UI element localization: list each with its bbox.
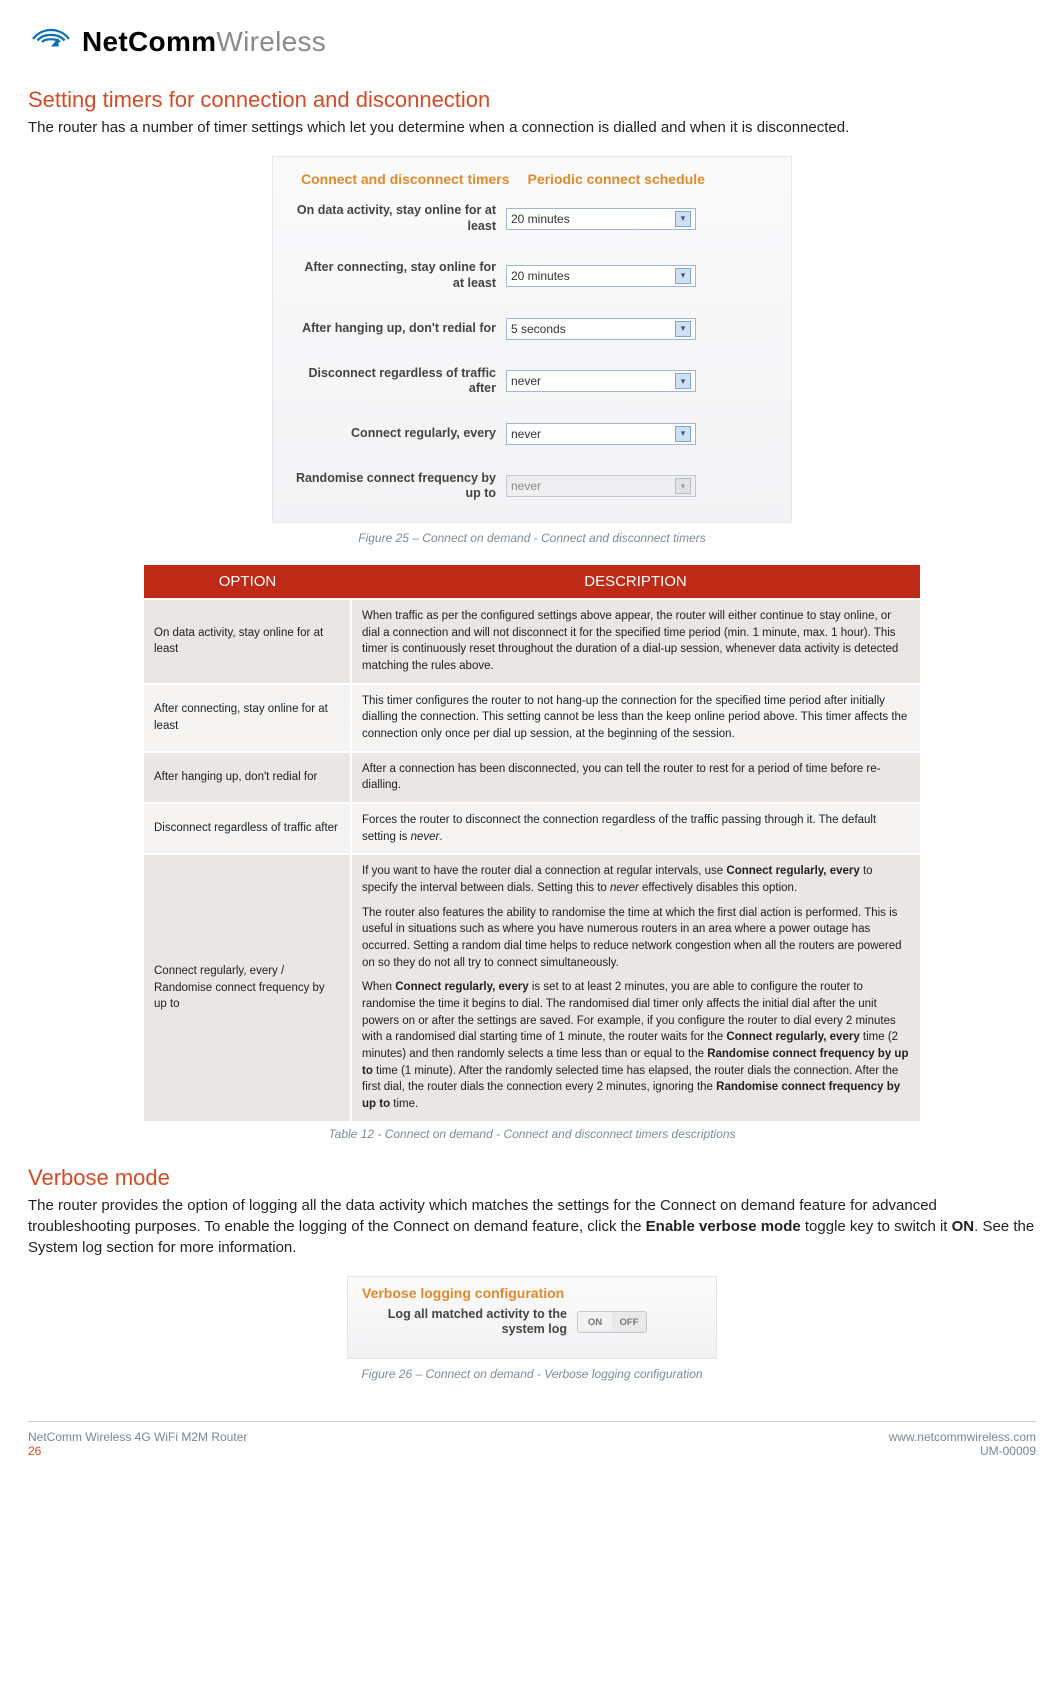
chevron-down-icon: ▾	[675, 321, 691, 337]
table-row: On data activity, stay online for at lea…	[143, 599, 921, 684]
table-12-caption: Table 12 - Connect on demand - Connect a…	[28, 1127, 1036, 1141]
timer-select-value: never	[511, 427, 541, 441]
option-cell: After connecting, stay online for at lea…	[143, 684, 351, 752]
section-title-timers: Setting timers for connection and discon…	[28, 87, 1036, 113]
timer-select[interactable]: never ▾	[506, 370, 696, 392]
option-cell: On data activity, stay online for at lea…	[143, 599, 351, 684]
brand-logo-icon	[28, 24, 82, 59]
option-cell: Connect regularly, every / Randomise con…	[143, 854, 351, 1121]
footer-url: www.netcommwireless.com	[889, 1430, 1036, 1444]
timer-select-value: 20 minutes	[511, 269, 570, 283]
table-header-description: DESCRIPTION	[351, 564, 921, 599]
figure-25-caption: Figure 25 – Connect on demand - Connect …	[28, 531, 1036, 545]
verbose-bold-2: ON	[952, 1218, 975, 1235]
section-title-verbose: Verbose mode	[28, 1165, 1036, 1191]
timer-select[interactable]: never ▾	[506, 423, 696, 445]
timer-form-row: After hanging up, don't redial for5 seco…	[291, 318, 773, 340]
timer-form-row: On data activity, stay online for at lea…	[291, 203, 773, 234]
footer-page-number: 26	[28, 1444, 247, 1458]
verbose-text-mid: toggle key to switch it	[801, 1218, 952, 1235]
verbose-toggle[interactable]: ON OFF	[577, 1311, 647, 1333]
timer-select-value: never	[511, 374, 541, 388]
timer-select[interactable]: 20 minutes ▾	[506, 265, 696, 287]
chevron-down-icon: ▾	[675, 373, 691, 389]
brand-name-light: Wireless	[216, 26, 326, 58]
description-cell: When traffic as per the configured setti…	[351, 599, 921, 684]
timer-row-label: Randomise connect frequency by up to	[291, 471, 506, 502]
option-cell: Disconnect regardless of traffic after	[143, 803, 351, 854]
page-footer: NetComm Wireless 4G WiFi M2M Router 26 w…	[28, 1421, 1036, 1458]
chevron-down-icon: ▾	[675, 211, 691, 227]
timers-panel: Connect and disconnect timers Periodic c…	[272, 156, 792, 523]
footer-product: NetComm Wireless 4G WiFi M2M Router	[28, 1430, 247, 1444]
timer-select-value: 5 seconds	[511, 322, 566, 336]
table-row: Connect regularly, every / Randomise con…	[143, 854, 921, 1121]
timer-row-label: After hanging up, don't redial for	[291, 321, 506, 337]
section-lead-verbose: The router provides the option of loggin…	[28, 1195, 1036, 1258]
tab-periodic-schedule[interactable]: Periodic connect schedule	[527, 171, 704, 187]
timer-select: never ▾	[506, 475, 696, 497]
brand-header: NetCommWireless	[28, 24, 1036, 59]
footer-doc-id: UM-00009	[889, 1444, 1036, 1458]
timer-form-row: Connect regularly, every never ▾	[291, 423, 773, 445]
table-row: Disconnect regardless of traffic afterFo…	[143, 803, 921, 854]
timer-select[interactable]: 20 minutes ▾	[506, 208, 696, 230]
timer-form-row: After connecting, stay online for at lea…	[291, 260, 773, 291]
toggle-on[interactable]: ON	[578, 1312, 612, 1332]
verbose-bold-1: Enable verbose mode	[646, 1218, 801, 1235]
chevron-down-icon: ▾	[675, 478, 691, 494]
verbose-panel: Verbose logging configuration Log all ma…	[347, 1276, 717, 1359]
description-cell: After a connection has been disconnected…	[351, 752, 921, 803]
timer-select-value: 20 minutes	[511, 212, 570, 226]
table-header-option: OPTION	[143, 564, 351, 599]
timer-form-row: Disconnect regardless of traffic afterne…	[291, 366, 773, 397]
timer-select[interactable]: 5 seconds ▾	[506, 318, 696, 340]
chevron-down-icon: ▾	[675, 268, 691, 284]
chevron-down-icon: ▾	[675, 426, 691, 442]
description-cell: If you want to have the router dial a co…	[351, 854, 921, 1121]
timers-description-table: OPTION DESCRIPTION On data activity, sta…	[142, 563, 922, 1123]
timer-row-label: Disconnect regardless of traffic after	[291, 366, 506, 397]
section-lead-timers: The router has a number of timer setting…	[28, 117, 1036, 138]
timer-select-value: never	[511, 479, 541, 493]
verbose-panel-title: Verbose logging configuration	[362, 1285, 702, 1301]
brand-name-strong: NetComm	[82, 26, 216, 58]
description-cell: This timer configures the router to not …	[351, 684, 921, 752]
table-row: After connecting, stay online for at lea…	[143, 684, 921, 752]
timer-row-label: On data activity, stay online for at lea…	[291, 203, 506, 234]
figure-26-caption: Figure 26 – Connect on demand - Verbose …	[28, 1367, 1036, 1381]
toggle-off[interactable]: OFF	[612, 1312, 646, 1332]
tab-connect-disconnect[interactable]: Connect and disconnect timers	[301, 171, 509, 187]
timer-form-row: Randomise connect frequency by up toneve…	[291, 471, 773, 502]
timer-row-label: After connecting, stay online for at lea…	[291, 260, 506, 291]
description-cell: Forces the router to disconnect the conn…	[351, 803, 921, 854]
table-row: After hanging up, don't redial forAfter …	[143, 752, 921, 803]
verbose-toggle-label: Log all matched activity to the system l…	[362, 1307, 577, 1338]
option-cell: After hanging up, don't redial for	[143, 752, 351, 803]
timer-row-label: Connect regularly, every	[291, 426, 506, 442]
